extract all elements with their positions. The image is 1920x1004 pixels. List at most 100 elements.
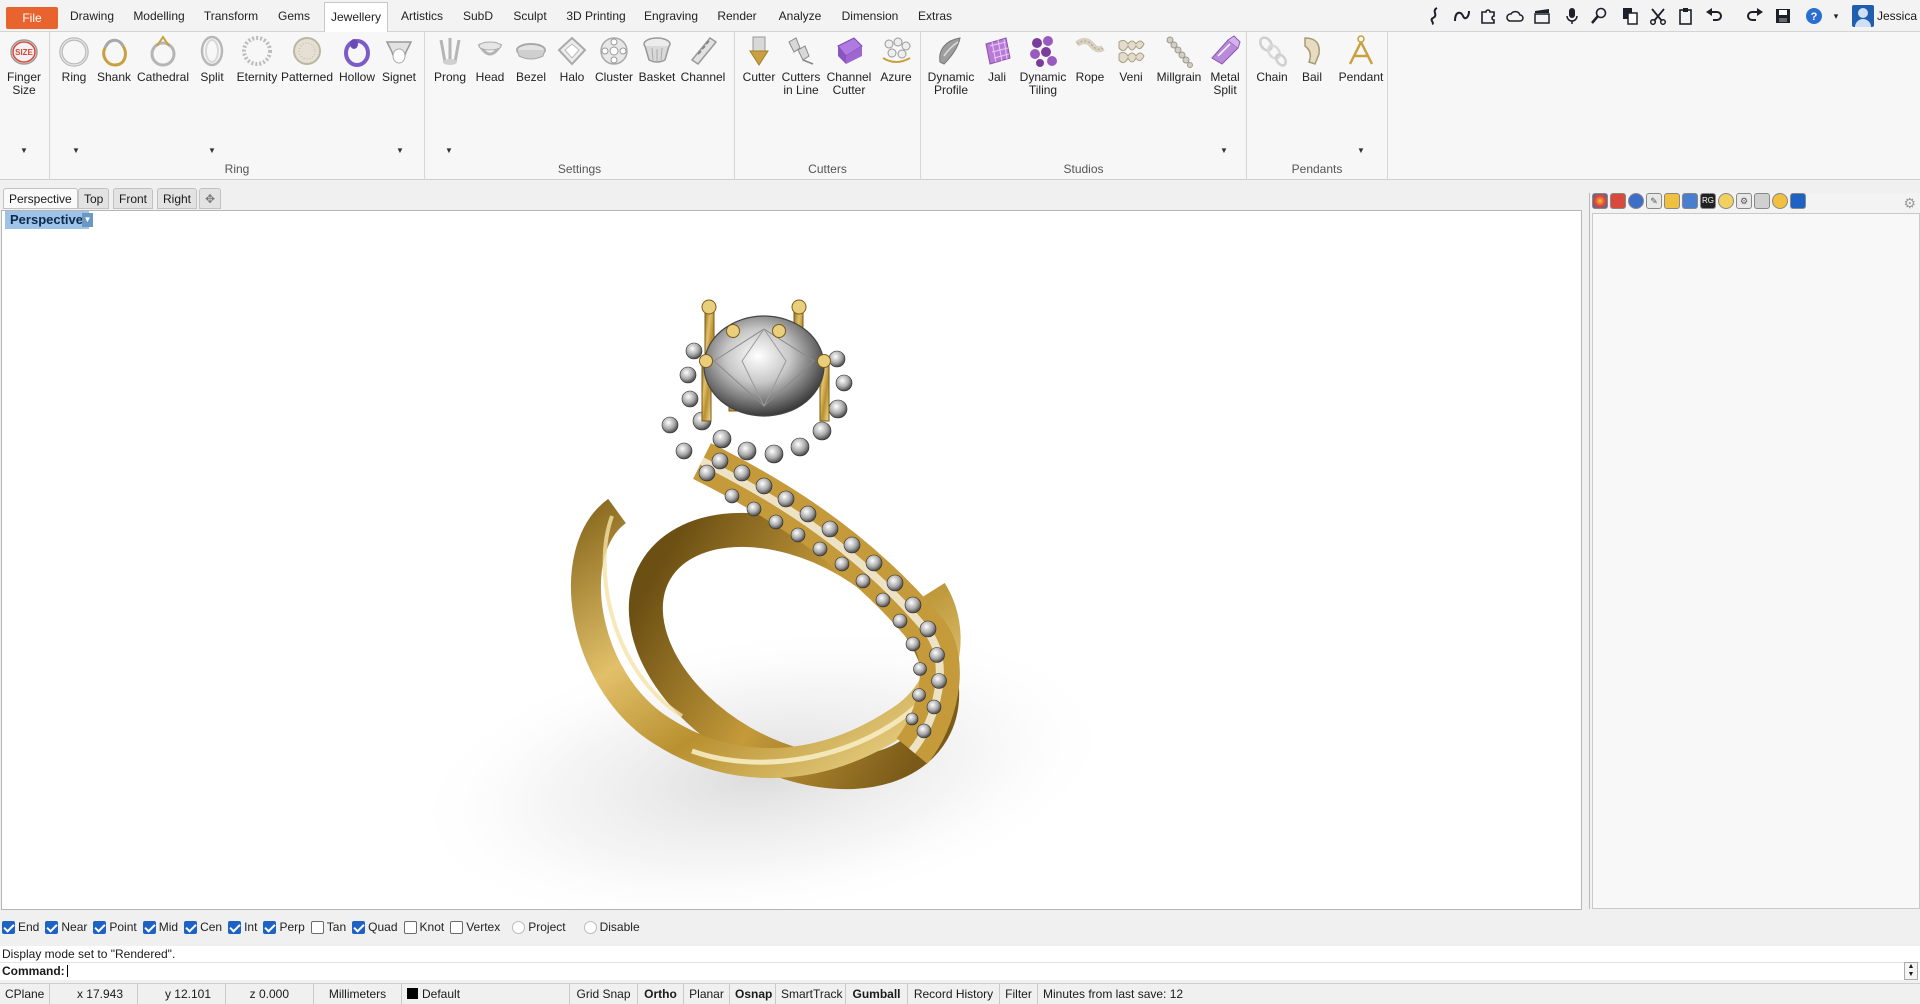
ring-dropdown-icon[interactable]: ▼ — [72, 146, 80, 155]
record-history-toggle[interactable]: Record History — [908, 984, 1000, 1004]
osnap-quad-checkbox[interactable] — [352, 920, 366, 934]
osnap-quad[interactable]: Quad — [352, 920, 398, 934]
pendant-dropdown-icon[interactable]: ▼ — [1357, 146, 1365, 155]
layers-tab-icon[interactable] — [1682, 193, 1698, 209]
ortho-toggle[interactable]: Ortho — [638, 984, 684, 1004]
osnap-toggle[interactable]: Osnap — [730, 984, 776, 1004]
osnap-int[interactable]: Int — [228, 920, 257, 934]
shank-button[interactable]: Shank — [91, 34, 137, 84]
clapper-icon[interactable] — [1532, 6, 1552, 26]
properties-tab-icon[interactable] — [1610, 193, 1626, 209]
materials-tab-icon[interactable] — [1592, 193, 1608, 209]
cutter-button[interactable]: Cutter — [736, 34, 782, 84]
cut-icon[interactable] — [1648, 6, 1668, 26]
millgrain-button[interactable]: Millgrain — [1151, 34, 1207, 84]
tab-modelling[interactable]: Modelling — [126, 2, 192, 32]
smarttrack-toggle[interactable]: SmartTrack — [776, 984, 846, 1004]
dynamic-tiling-button[interactable]: Dynamic Tiling — [1017, 34, 1069, 97]
help-dropdown-icon[interactable]: ▾ — [1826, 6, 1846, 26]
command-input[interactable] — [66, 965, 68, 977]
veni-button[interactable]: Veni — [1108, 34, 1154, 84]
tab-drawing[interactable]: Drawing — [64, 2, 120, 32]
osnap-mid[interactable]: Mid — [142, 920, 178, 934]
environment-tab-icon[interactable] — [1628, 193, 1644, 209]
viewport-title[interactable]: Perspective — [5, 211, 89, 229]
halo-button[interactable]: Halo — [549, 34, 595, 84]
tab-subd[interactable]: SubD — [456, 2, 500, 32]
cathedral-button[interactable]: Cathedral — [135, 34, 191, 84]
head-button[interactable]: Head — [467, 34, 513, 84]
osnap-point[interactable]: Point — [93, 920, 137, 934]
add-viewport-tab-icon[interactable]: ✥ — [199, 188, 221, 209]
patterned-button[interactable]: Patterned — [280, 34, 334, 84]
ring-model[interactable] — [2, 211, 1582, 910]
tab-render[interactable]: Render — [710, 2, 764, 32]
tab-right[interactable]: Right — [157, 188, 198, 209]
tab-artistics[interactable]: Artistics — [394, 2, 450, 32]
osnap-cen[interactable]: Cen — [184, 920, 222, 934]
pendant-button[interactable]: Pendant — [1335, 34, 1387, 84]
redo-icon[interactable] — [1745, 6, 1765, 26]
folder-tab-icon[interactable] — [1664, 193, 1680, 209]
basket-button[interactable]: Basket — [634, 34, 680, 84]
lights-tab-icon[interactable] — [1718, 193, 1734, 209]
undo-icon[interactable] — [1704, 6, 1724, 26]
display-tab-icon[interactable]: ⚙ — [1736, 193, 1752, 209]
tab-analyze[interactable]: Analyze — [770, 2, 830, 32]
help-icon[interactable]: ? — [1804, 6, 1824, 26]
tab-extras[interactable]: Extras — [910, 2, 960, 32]
split-button[interactable]: Split — [189, 34, 235, 84]
cutters-in-line-button[interactable]: Cutters in Line — [778, 34, 824, 97]
filter-button[interactable]: Filter — [1000, 984, 1038, 1004]
rhinogold-tab-icon[interactable]: RG — [1700, 193, 1716, 209]
tab-jewellery[interactable]: Jewellery — [324, 2, 388, 33]
curve-icon[interactable] — [1452, 6, 1472, 26]
copy-icon[interactable] — [1620, 6, 1640, 26]
osnap-tan-checkbox[interactable] — [310, 920, 324, 934]
osnap-knot[interactable]: Knot — [403, 920, 444, 934]
notifications-tab-icon[interactable] — [1790, 193, 1806, 209]
osnap-disable[interactable]: Disable — [583, 920, 640, 934]
tab-front[interactable]: Front — [113, 188, 154, 209]
cloud-icon[interactable] — [1505, 6, 1525, 26]
osnap-vertex-checkbox[interactable] — [450, 920, 464, 934]
osnap-perp[interactable]: Perp — [263, 920, 305, 934]
eternity-button[interactable]: Eternity — [232, 34, 282, 84]
ground-tab-icon[interactable] — [1772, 193, 1788, 209]
cplane-button[interactable]: CPlane — [0, 984, 50, 1004]
cluster-button[interactable]: Cluster — [591, 34, 637, 84]
dynamic-profile-button[interactable]: Dynamic Profile — [925, 34, 977, 97]
osnap-near-checkbox[interactable] — [45, 920, 59, 934]
osnap-project-checkbox[interactable] — [512, 920, 526, 934]
osnap-end-checkbox[interactable] — [2, 920, 15, 934]
puzzle-icon[interactable] — [1478, 6, 1498, 26]
tab-transform[interactable]: Transform — [198, 2, 264, 32]
osnap-tan[interactable]: Tan — [310, 920, 346, 934]
osnap-knot-checkbox[interactable] — [403, 920, 417, 934]
tab-file[interactable]: File — [6, 7, 58, 29]
rope-button[interactable]: Rope — [1067, 34, 1113, 84]
planar-toggle[interactable]: Planar — [684, 984, 730, 1004]
jali-button[interactable]: Jali — [974, 34, 1020, 84]
signet-dropdown-icon[interactable]: ▼ — [396, 146, 404, 155]
finger-size-dropdown-icon[interactable]: ▼ — [20, 146, 28, 155]
command-scroll-icon[interactable]: ▲ ▼ — [1904, 962, 1918, 980]
prong-dropdown-icon[interactable]: ▼ — [445, 146, 453, 155]
paste-icon[interactable] — [1676, 6, 1696, 26]
osnap-point-checkbox[interactable] — [93, 920, 107, 934]
microphone-icon[interactable] — [1562, 6, 1582, 26]
osnap-project[interactable]: Project — [512, 920, 566, 934]
printer-tab-icon[interactable] — [1754, 193, 1770, 209]
units-button[interactable]: Millimeters — [314, 984, 402, 1004]
split-dropdown-icon[interactable]: ▼ — [208, 146, 216, 155]
osnap-int-checkbox[interactable] — [228, 920, 242, 934]
perspective-viewport[interactable]: Perspective ▼ — [1, 210, 1582, 910]
channel-button[interactable]: Channel — [677, 34, 729, 84]
gumball-toggle[interactable]: Gumball — [846, 984, 908, 1004]
command-line[interactable]: Command: — [0, 962, 1920, 980]
finger-size-button[interactable]: SIZE Finger Size — [1, 34, 47, 97]
grasshopper-icon[interactable] — [1425, 6, 1445, 26]
metal-split-button[interactable]: Metal Split — [1202, 34, 1248, 97]
bezel-button[interactable]: Bezel — [508, 34, 554, 84]
layer-button[interactable]: Default — [402, 984, 570, 1004]
